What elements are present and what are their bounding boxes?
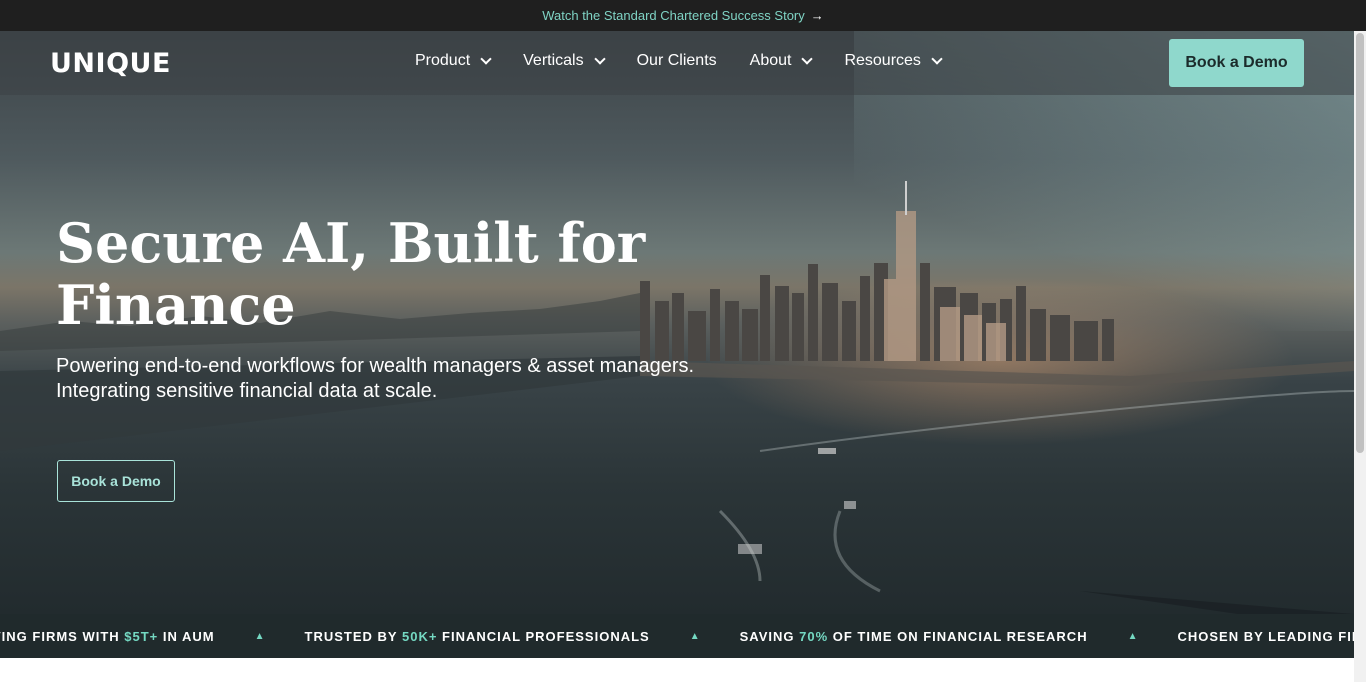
ticker-item: SAVING 70% OF TIME ON FINANCIAL RESEARCH <box>739 628 1088 644</box>
nav-item-product[interactable]: Product <box>415 52 492 70</box>
announcement-bar[interactable]: Watch the Standard Chartered Success Sto… <box>0 0 1366 31</box>
nav-item-about[interactable]: About <box>749 52 814 70</box>
hero-headline: Secure AI, Built for Finance <box>56 211 646 337</box>
hero-book-demo-button[interactable]: Book a Demo <box>57 460 175 502</box>
nav-item-label: Resources <box>844 52 921 69</box>
chevron-down-icon <box>593 52 606 65</box>
ticker-item: TRUSTED BY 50K+ FINANCIAL PROFESSIONALS <box>304 628 650 644</box>
main-menu: Product Verticals Our Clients About Reso… <box>415 52 974 70</box>
page-scrollbar[interactable] <box>1354 31 1366 682</box>
ticker-item: VING FIRMS WITH $5T+ IN AUM <box>0 628 215 644</box>
chevron-down-icon <box>931 52 943 65</box>
nav-item-resources[interactable]: Resources <box>844 52 943 70</box>
book-demo-button[interactable]: Book a Demo <box>1169 39 1304 87</box>
nav-item-our-clients[interactable]: Our Clients <box>637 52 717 70</box>
chevron-down-icon <box>480 52 492 65</box>
nav-item-label: Verticals <box>523 52 584 69</box>
scrollbar-thumb[interactable] <box>1356 33 1364 453</box>
triangle-icon: ▲ <box>1127 630 1138 642</box>
stats-ticker: VING FIRMS WITH $5T+ IN AUM ▲ TRUSTED BY… <box>0 614 1354 658</box>
nav-item-label: Product <box>415 52 471 69</box>
page-below-fold <box>0 658 1354 682</box>
hero-subheadline: Powering end-to-end workflows for wealth… <box>56 355 695 402</box>
triangle-icon: ▲ <box>689 630 700 642</box>
chevron-down-icon <box>801 52 814 65</box>
top-navigation: UNIQUE Product Verticals Our Clients Abo… <box>0 31 1354 95</box>
brand-logo[interactable]: UNIQUE <box>50 48 171 79</box>
ticker-item: CHOSEN BY LEADING FINANCIAL IN <box>1177 628 1355 644</box>
nav-item-label: About <box>749 52 792 69</box>
nav-item-verticals[interactable]: Verticals <box>523 52 606 70</box>
arrow-right-icon: → <box>810 8 824 23</box>
nav-item-label: Our Clients <box>636 52 717 69</box>
triangle-icon: ▲ <box>254 630 265 642</box>
announcement-link[interactable]: Watch the Standard Chartered Success Sto… <box>542 8 805 23</box>
